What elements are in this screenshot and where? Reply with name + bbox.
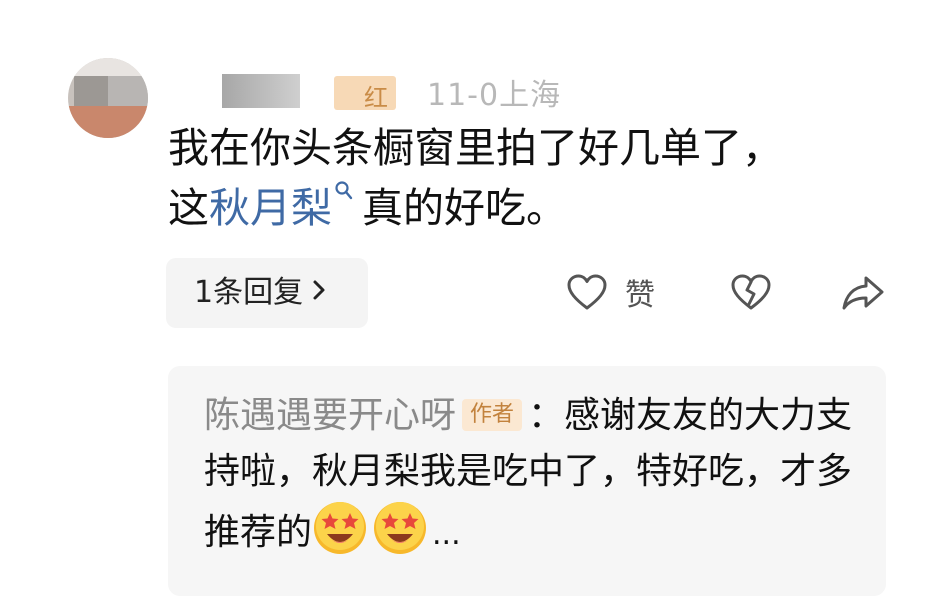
- author-reply-box[interactable]: 陈遇遇要开心呀 作者 ：感谢友友的大力支持啦，秋月梨我是吃中了，特好吃，才多推荐的 …: [168, 366, 886, 596]
- broken-heart-icon: [731, 274, 771, 310]
- share-button[interactable]: [840, 270, 886, 314]
- chevron-right-icon: [313, 280, 325, 300]
- comment-text: 我在你头条橱窗里拍了好几单了， 这秋月梨 真的好吃。: [168, 118, 888, 238]
- comment-location: 上海: [499, 78, 562, 113]
- like-button[interactable]: 赞: [565, 270, 655, 314]
- replies-count-label: 1条回复: [194, 275, 304, 310]
- reply-ellipsis: ...: [432, 517, 461, 552]
- reply-separator: ：: [528, 395, 565, 436]
- level-badge-label: 红: [364, 84, 388, 112]
- level-badge: 红: [334, 76, 396, 112]
- reply-author-name[interactable]: 陈遇遇要开心呀: [204, 395, 456, 436]
- like-label: 赞: [625, 278, 655, 313]
- star-eyes-emoji: [314, 502, 367, 554]
- author-badge: 作者: [462, 399, 523, 431]
- view-replies-button[interactable]: 1条回复: [166, 258, 368, 328]
- comment-line-2-suffix: 真的好吃。: [362, 184, 567, 232]
- comment-line-1: 我在你头条橱窗里拍了好几单了，: [168, 124, 783, 172]
- dislike-button[interactable]: [728, 270, 774, 314]
- commenter-name-blurred[interactable]: [222, 74, 300, 108]
- comment-time-location: 11-0上海: [427, 70, 561, 114]
- comment-time: 11-0: [427, 78, 500, 113]
- keyword-text: 秋月梨: [209, 184, 332, 232]
- author-reply-text: 陈遇遇要开心呀 作者 ：感谢友友的大力支持啦，秋月梨我是吃中了，特好吃，才多推荐的 …: [204, 388, 864, 563]
- share-arrow-icon: [842, 276, 884, 310]
- search-icon: [335, 181, 353, 200]
- star-eyes-emoji: [374, 502, 427, 554]
- comment-line-2-prefix: 这: [168, 184, 209, 232]
- commenter-avatar[interactable]: [68, 58, 148, 138]
- heart-outline-icon: [567, 274, 607, 310]
- keyword-link[interactable]: 秋月梨: [209, 181, 362, 232]
